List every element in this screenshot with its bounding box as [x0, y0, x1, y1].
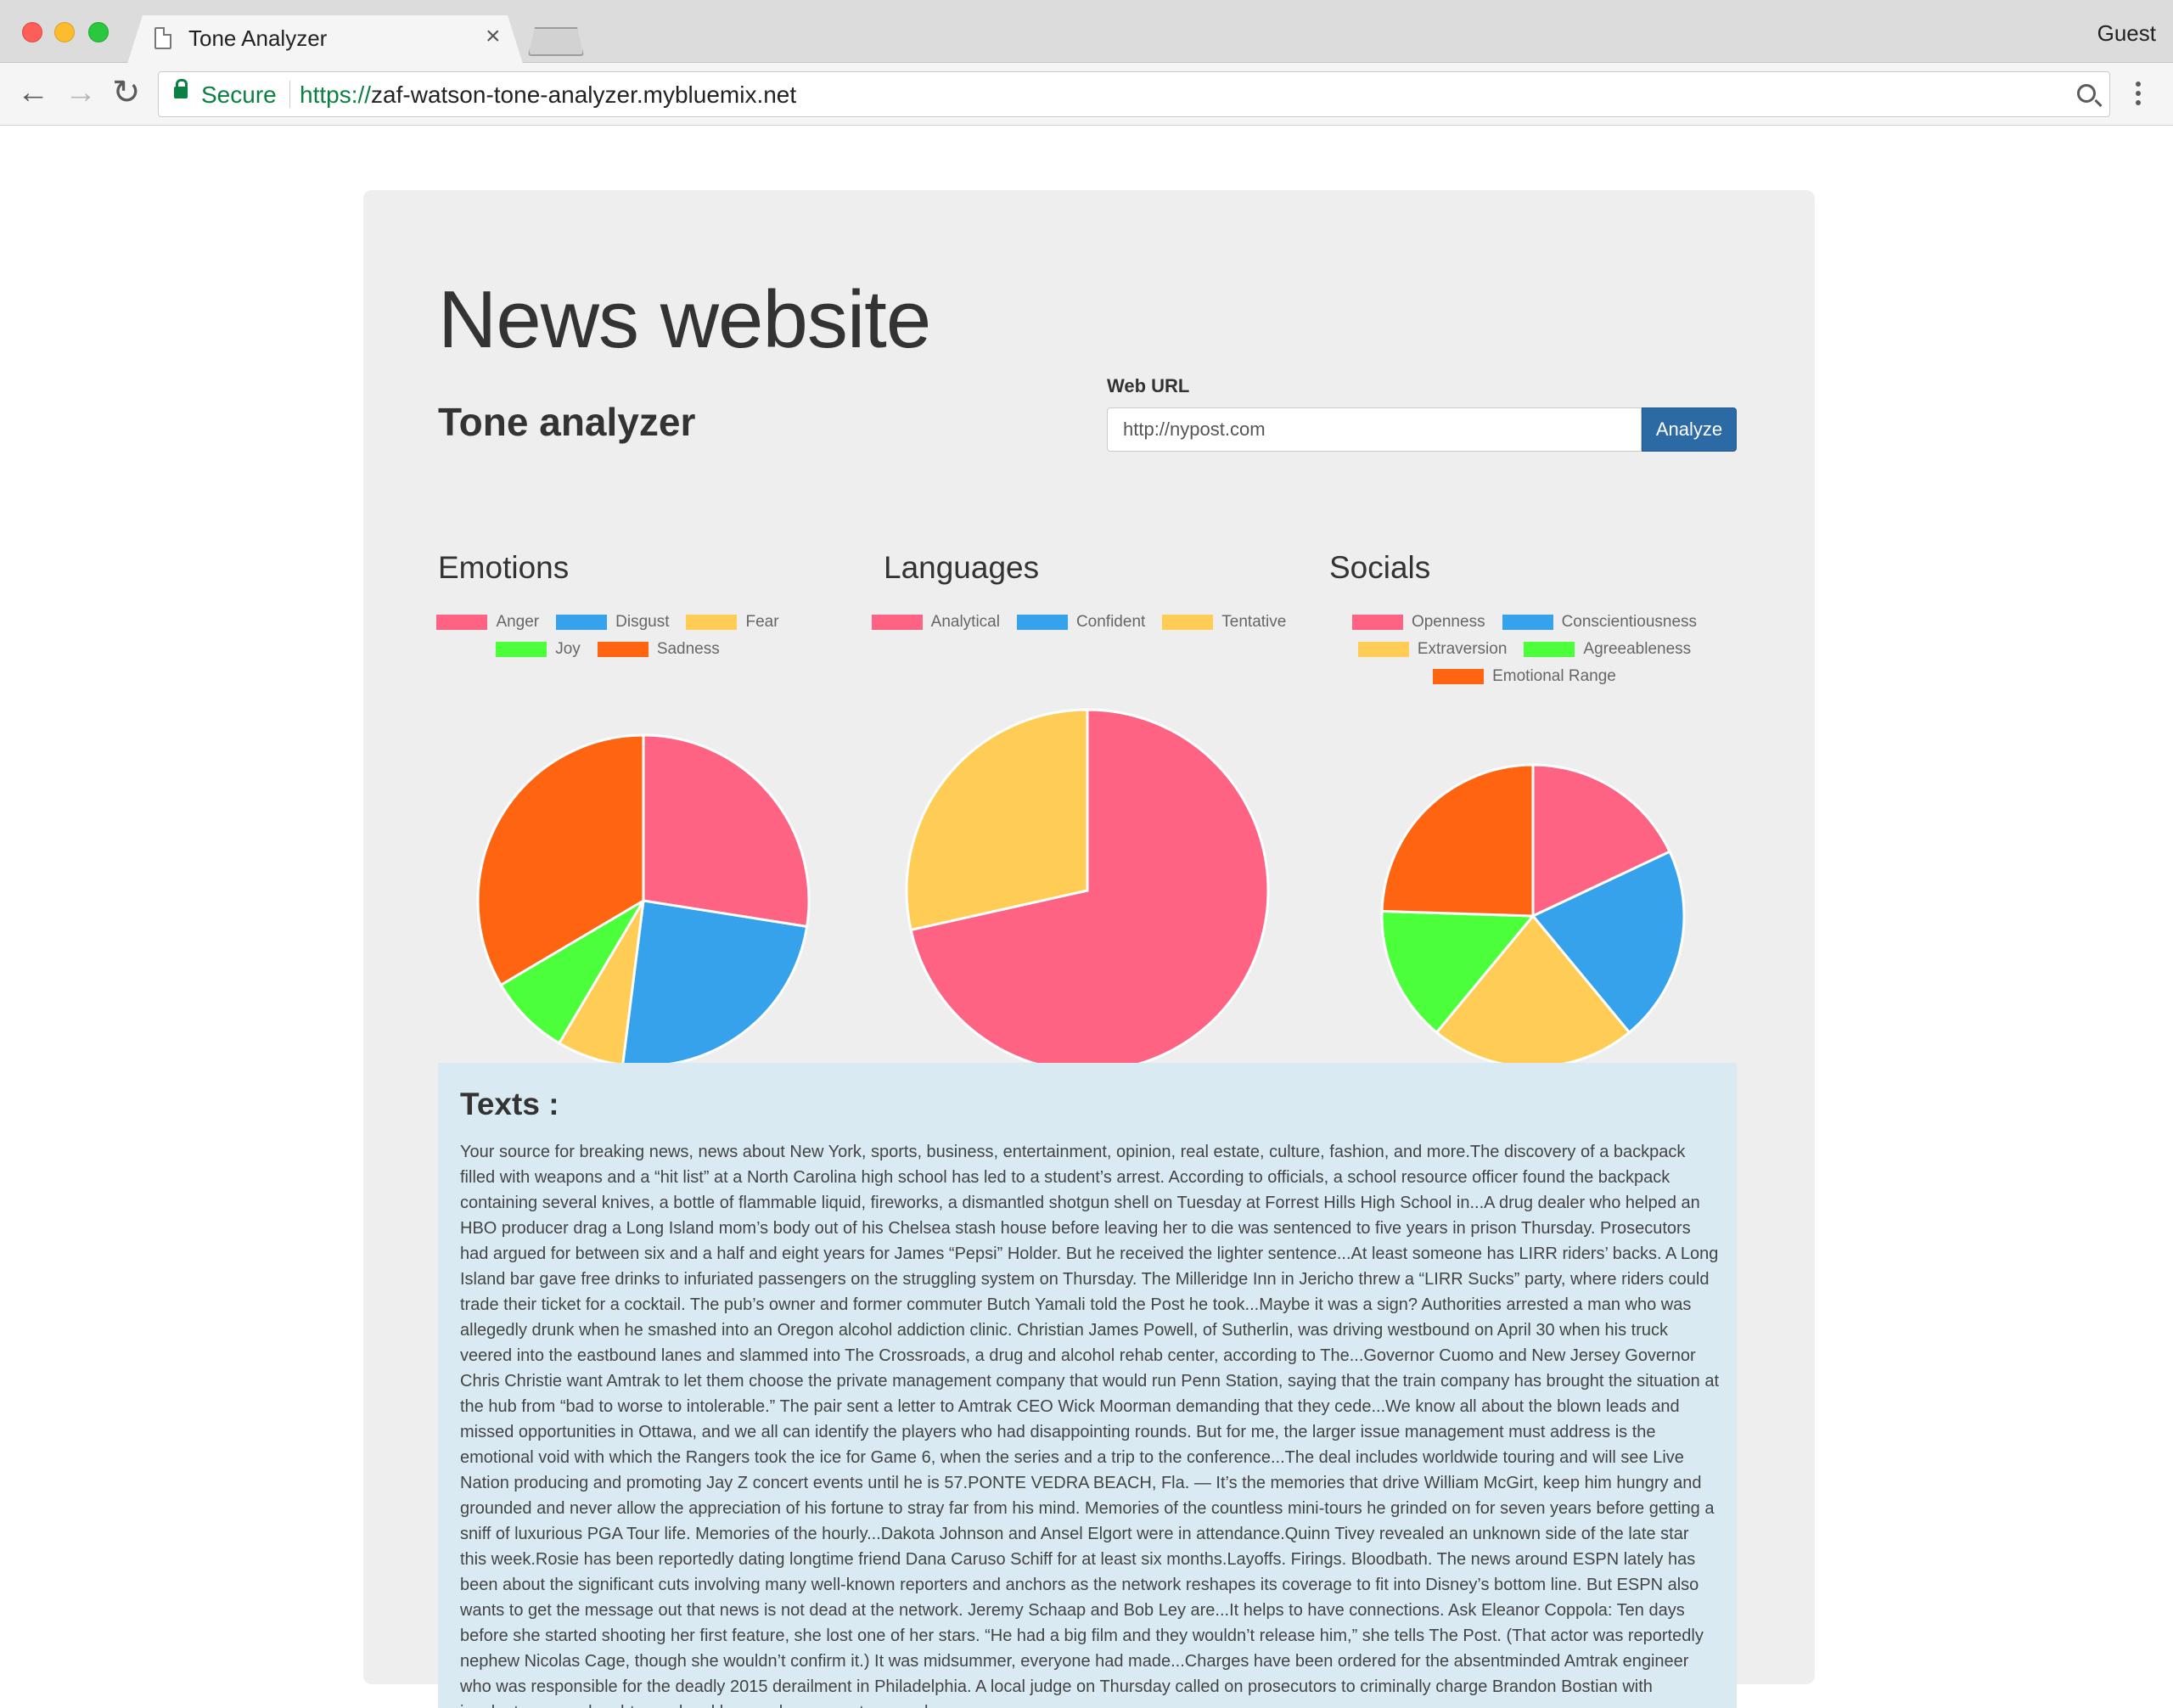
address-divider — [289, 81, 290, 108]
emotions-legend-sadness[interactable]: Sadness — [597, 640, 720, 659]
emotions-slice-anger[interactable] — [642, 733, 811, 929]
socials-legend-openness[interactable]: Openness — [1351, 613, 1485, 632]
legend-label: Conscientiousness — [1561, 613, 1698, 631]
languages-legend-tentative[interactable]: Tentative — [1162, 613, 1286, 632]
page-icon — [154, 27, 171, 49]
texts-body: Your source for breaking news, news abou… — [460, 1143, 1720, 1708]
page-title: News website — [438, 274, 931, 365]
legend-label: Extraversion — [1417, 640, 1508, 658]
tab-title: Tone Analyzer — [188, 25, 328, 51]
emotions-legend-anger[interactable]: Anger — [436, 613, 539, 632]
web-url-label: Web URL — [1107, 375, 1190, 396]
analyze-button[interactable]: Analyze — [1642, 407, 1737, 452]
languages-slice-tentative[interactable] — [905, 708, 1089, 932]
languages-legend-confident[interactable]: Confident — [1016, 613, 1146, 632]
legend-swatch — [1502, 615, 1553, 630]
jumbotron: News website Tone analyzer Web URL Analy… — [363, 190, 1815, 1708]
browser-tab-bar: Tone Analyzer × Guest — [0, 0, 2173, 64]
legend-swatch — [686, 615, 738, 630]
legend-swatch — [436, 615, 488, 630]
reload-icon[interactable]: ↻ — [112, 76, 141, 110]
legend-label: Tentative — [1221, 613, 1287, 631]
page-viewport: News website Tone analyzer Web URL Analy… — [0, 126, 2173, 1708]
socials-pie-chart — [1380, 763, 1686, 1069]
texts-title: Texts : — [460, 1087, 559, 1121]
legend-swatch — [1433, 669, 1485, 684]
languages-chart-title: Languages — [884, 550, 1040, 585]
legend-label: Anger — [496, 613, 540, 631]
socials-legend-extraversion[interactable]: Extraversion — [1357, 640, 1508, 659]
emotions-chart-title: Emotions — [438, 550, 570, 585]
texts-panel: Texts : Your source for breaking news, n… — [438, 1063, 1737, 1708]
legend-swatch — [1357, 642, 1409, 657]
legend-label: Analytical — [930, 613, 1000, 631]
url-scheme: https:// — [300, 81, 372, 108]
page-subtitle: Tone analyzer — [438, 400, 696, 444]
legend-label: Sadness — [656, 640, 720, 658]
socials-chart-title: Socials — [1329, 550, 1431, 585]
secure-label[interactable]: Secure — [201, 81, 277, 109]
legend-swatch — [556, 615, 608, 630]
emotions-pie-chart — [476, 733, 811, 1068]
zoom-icon[interactable] — [2077, 84, 2096, 103]
emotions-legend-fear[interactable]: Fear — [686, 613, 779, 632]
legend-swatch — [1524, 642, 1575, 657]
legend-swatch — [1016, 615, 1068, 630]
legend-label: Openness — [1411, 613, 1485, 631]
profile-button[interactable]: Guest — [2097, 20, 2156, 47]
legend-label: Joy — [555, 640, 581, 658]
new-tab-button[interactable] — [528, 27, 584, 56]
languages-legend-analytical[interactable]: Analytical — [871, 613, 1000, 632]
emotions-legend-joy[interactable]: Joy — [496, 640, 581, 659]
window-minimize-button[interactable] — [54, 22, 75, 42]
emotions-slice-disgust[interactable] — [620, 899, 809, 1068]
window-zoom-button[interactable] — [88, 22, 109, 42]
legend-swatch — [871, 615, 923, 630]
legend-label: Disgust — [615, 613, 670, 631]
legend-label: Emotional Range — [1492, 667, 1616, 685]
tab-close-icon[interactable]: × — [486, 24, 501, 49]
socials-legend-conscientiousness[interactable]: Conscientiousness — [1502, 613, 1697, 632]
legend-swatch — [597, 642, 649, 657]
languages-pie-chart — [905, 708, 1270, 1073]
web-url-input[interactable] — [1107, 407, 1642, 452]
legend-label: Confident — [1075, 613, 1146, 631]
browser-menu-icon[interactable] — [2136, 81, 2142, 110]
browser-toolbar: ← → ↻ Secure https://zaf-watson-tone-ana… — [0, 63, 2173, 126]
url-text[interactable]: https://zaf-watson-tone-analyzer.mybluem… — [300, 81, 796, 109]
legend-swatch — [496, 642, 547, 657]
socials-legend-emotional-range[interactable]: Emotional Range — [1433, 667, 1616, 686]
forward-arrow-icon[interactable]: → — [65, 76, 97, 109]
back-arrow-icon[interactable]: ← — [17, 76, 49, 109]
legend-swatch — [1162, 615, 1214, 630]
address-bar[interactable]: Secure https://zaf-watson-tone-analyzer.… — [158, 71, 2110, 117]
window-close-button[interactable] — [22, 22, 42, 42]
legend-label: Agreeableness — [1583, 640, 1692, 658]
url-host: zaf-watson-tone-analyzer.mybluemix.net — [371, 81, 797, 108]
lock-icon[interactable] — [174, 79, 188, 98]
emotions-legend-disgust[interactable]: Disgust — [556, 613, 669, 632]
legend-label: Fear — [745, 613, 779, 631]
legend-swatch — [1351, 615, 1403, 630]
socials-slice-emotional-range[interactable] — [1380, 763, 1535, 918]
socials-legend-agreeableness[interactable]: Agreeableness — [1524, 640, 1691, 659]
